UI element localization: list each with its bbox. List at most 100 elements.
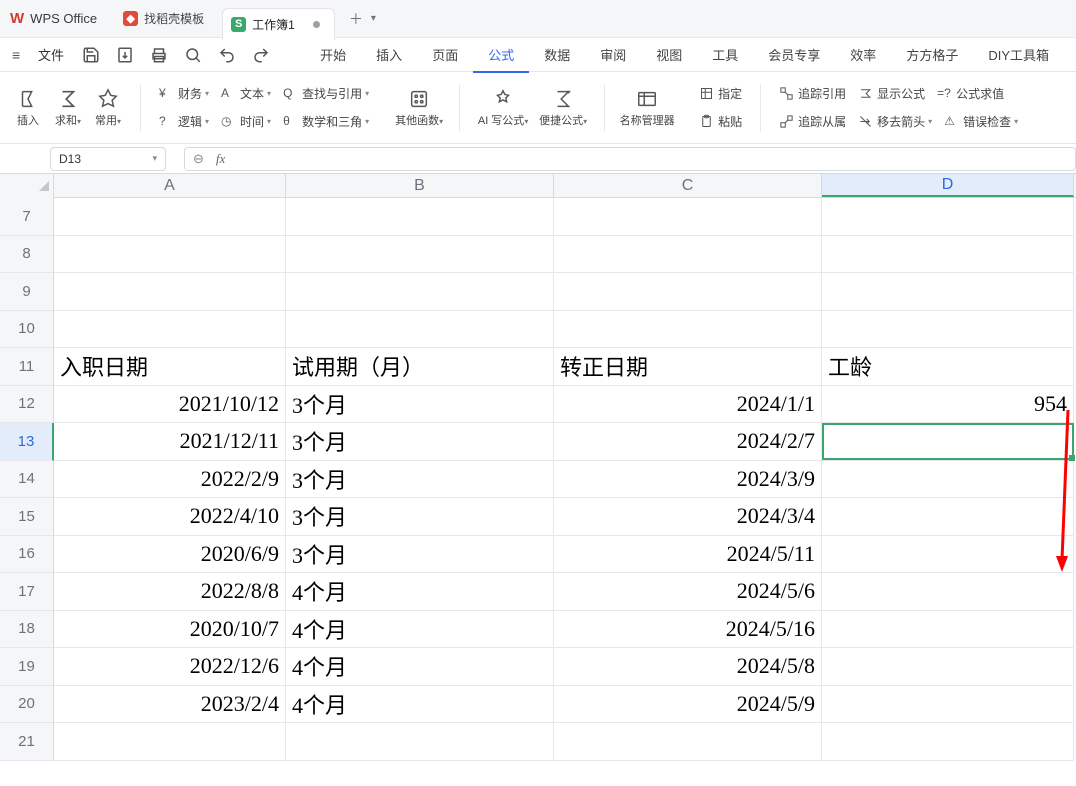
cell[interactable]: 2022/4/10 [54,498,286,536]
evaluate-formula-button[interactable]: =?公式求值 [931,83,1010,104]
cell[interactable] [54,273,286,311]
fx-icon[interactable]: fx [216,151,225,167]
cell[interactable] [54,723,286,761]
row-header[interactable]: 13 [0,423,54,461]
col-header-b[interactable]: B [286,174,554,197]
cell[interactable] [554,311,822,349]
name-box-dropdown-icon[interactable]: ▾ [152,153,157,164]
cell[interactable]: 4个月 [286,648,554,686]
cell[interactable]: 2020/6/9 [54,536,286,574]
cell[interactable] [554,723,822,761]
cell[interactable]: 2022/12/6 [54,648,286,686]
error-check-button[interactable]: ⚠错误检查▾ [938,111,1024,132]
menu-ffgz[interactable]: 方方格子 [891,38,973,72]
row-header[interactable]: 11 [0,348,54,386]
save-icon[interactable] [82,46,100,64]
cell[interactable]: 2021/10/12 [54,386,286,424]
file-menu[interactable]: 文件 [38,45,64,64]
menu-data[interactable]: 数据 [529,38,585,72]
trace-dependents-button[interactable]: 追踪从属 [773,111,852,132]
cell[interactable] [822,273,1074,311]
other-functions-button[interactable]: 其他函数▾ [391,76,447,139]
menu-efficiency[interactable]: 效率 [835,38,891,72]
col-header-d[interactable]: D [822,174,1074,197]
cell[interactable]: 2022/8/8 [54,573,286,611]
cell[interactable]: 2024/3/4 [554,498,822,536]
paste-name-button[interactable]: 粘贴 [693,111,748,132]
hamburger-icon[interactable]: ≡ [12,47,30,63]
cell[interactable] [554,198,822,236]
menu-formula[interactable]: 公式 [473,39,529,73]
cell[interactable] [54,311,286,349]
cell[interactable]: 3个月 [286,386,554,424]
cell[interactable]: 2022/2/9 [54,461,286,499]
cell[interactable] [554,236,822,274]
cell[interactable] [286,723,554,761]
row-header[interactable]: 16 [0,536,54,574]
cell[interactable] [822,611,1074,649]
sum-button[interactable]: 求和▾ [48,76,88,139]
menu-start[interactable]: 开始 [305,38,361,72]
cell[interactable]: 2024/1/1 [554,386,822,424]
cell[interactable]: 954 [822,386,1074,424]
cell[interactable] [822,573,1074,611]
cell[interactable] [286,273,554,311]
cell[interactable]: 2020/10/7 [54,611,286,649]
cell-header[interactable]: 试用期（月） [286,348,554,386]
cell[interactable] [822,536,1074,574]
row-header[interactable]: 7 [0,198,54,236]
tab-list-dropdown[interactable]: ▾ [371,13,376,24]
cell[interactable]: 2024/5/16 [554,611,822,649]
cell[interactable]: 2024/5/6 [554,573,822,611]
insert-function-button[interactable]: 插入 [8,76,48,139]
cell[interactable]: 4个月 [286,573,554,611]
quick-formula-button[interactable]: 便捷公式▾ [534,76,592,139]
cell[interactable] [822,648,1074,686]
tab-workbook[interactable]: S 工作簿1 [222,8,335,40]
menu-page[interactable]: 页面 [417,38,473,72]
row-header[interactable]: 17 [0,573,54,611]
menu-insert[interactable]: 插入 [361,38,417,72]
redo-icon[interactable] [252,46,270,64]
ai-formula-button[interactable]: AI 写公式▾ [472,76,534,139]
cancel-icon[interactable]: ⊖ [193,151,204,167]
cell[interactable]: 4个月 [286,611,554,649]
trace-precedents-button[interactable]: 追踪引用 [773,83,852,104]
cell-header[interactable]: 入职日期 [54,348,286,386]
cell[interactable] [286,311,554,349]
cell[interactable]: 3个月 [286,461,554,499]
cell[interactable] [822,198,1074,236]
export-icon[interactable] [116,46,134,64]
cell-header[interactable]: 工龄 [822,348,1074,386]
cell[interactable]: 3个月 [286,423,554,461]
math-button[interactable]: θ数学和三角▾ [277,111,375,132]
row-header[interactable]: 20 [0,686,54,724]
remove-arrows-button[interactable]: 移去箭头▾ [852,111,938,132]
cell[interactable] [554,273,822,311]
show-formulas-button[interactable]: 显示公式 [852,83,931,104]
cell[interactable]: 2024/5/9 [554,686,822,724]
cell[interactable]: 4个月 [286,686,554,724]
spreadsheet-grid[interactable]: A B C D 7 8 9 10 11入职日期试用期（月）转正日期工龄 1220… [0,174,1076,761]
cell[interactable] [822,723,1074,761]
print-icon[interactable] [150,46,168,64]
text-button[interactable]: A文本▾ [215,83,277,104]
name-box[interactable]: D13 ▾ [50,147,166,171]
cell[interactable]: 2024/5/11 [554,536,822,574]
cell[interactable] [822,498,1074,536]
row-header[interactable]: 12 [0,386,54,424]
tab-template[interactable]: ◆ 找稻壳模板 [115,5,218,33]
common-button[interactable]: 常用▾ [88,76,128,139]
col-header-a[interactable]: A [54,174,286,197]
menu-tools[interactable]: 工具 [697,38,753,72]
named-button[interactable]: 指定 [693,83,748,104]
menu-view[interactable]: 视图 [641,38,697,72]
new-tab-button[interactable]: ＋ [349,9,363,29]
formula-bar[interactable]: ⊖ fx [184,147,1076,171]
time-button[interactable]: ◷时间▾ [215,111,277,132]
undo-icon[interactable] [218,46,236,64]
row-header[interactable]: 18 [0,611,54,649]
cell[interactable]: 2024/5/8 [554,648,822,686]
menu-vip[interactable]: 会员专享 [753,38,835,72]
row-header[interactable]: 21 [0,723,54,761]
